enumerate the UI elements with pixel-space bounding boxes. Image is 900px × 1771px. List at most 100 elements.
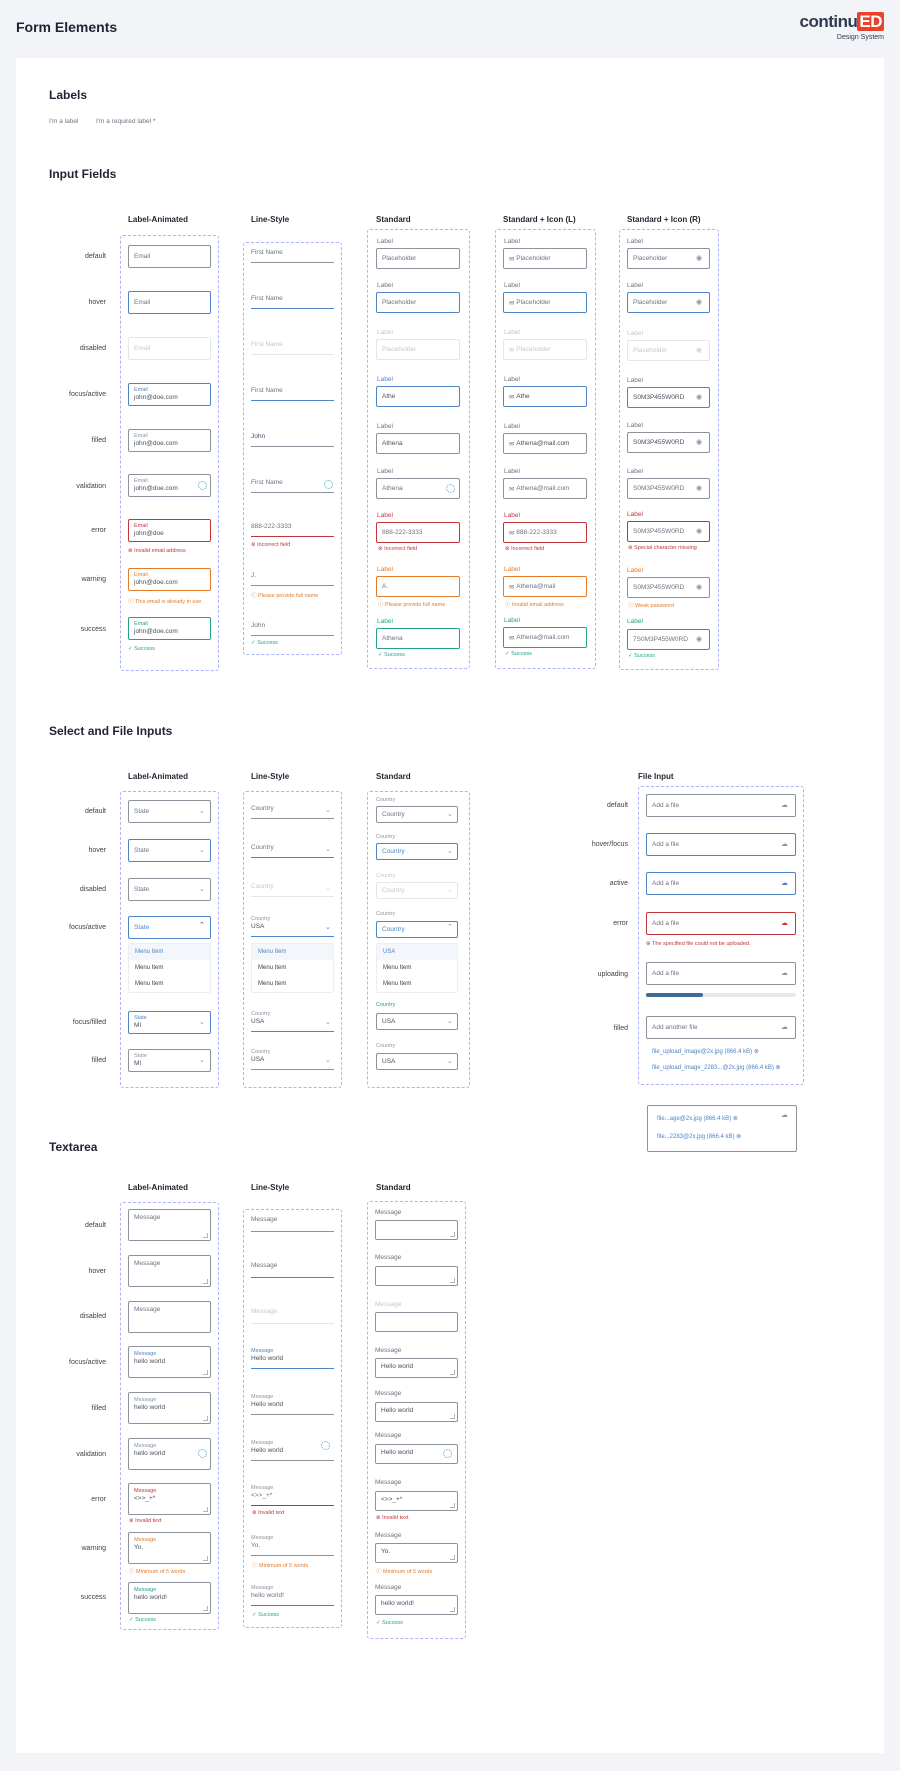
message-textarea-error[interactable]: Message <>>_+* bbox=[128, 1483, 211, 1515]
message-std-default[interactable] bbox=[375, 1220, 458, 1240]
first-name-line-focus[interactable]: First Name bbox=[251, 387, 334, 401]
eye-icon[interactable]: ◉ bbox=[696, 394, 702, 401]
message-line-default[interactable]: Message bbox=[251, 1216, 334, 1232]
standard-input-filled[interactable]: Athena bbox=[376, 433, 460, 454]
email-input-success[interactable]: Email john@doe.com bbox=[128, 617, 211, 640]
close-circle-icon[interactable]: ⊗ bbox=[733, 1116, 738, 1122]
country-line-select-focus-filled[interactable]: USA bbox=[251, 1018, 334, 1032]
first-name-line-validation[interactable]: First Name bbox=[251, 479, 334, 493]
file-input-hover[interactable]: Add a file bbox=[646, 833, 796, 856]
icon-left-input-warning[interactable]: ✉ Athena@mail bbox=[503, 576, 587, 597]
close-circle-icon[interactable]: ⊗ bbox=[776, 1065, 781, 1071]
message-std-error[interactable]: <>>_+* bbox=[375, 1491, 458, 1511]
first-name-line-default[interactable]: First Name bbox=[251, 249, 334, 263]
email-input-warning[interactable]: Email john@doe.com bbox=[128, 568, 211, 591]
icon-left-input-focus[interactable]: ✉ Athe bbox=[503, 386, 587, 407]
email-input-focus[interactable]: Email john@doe.com bbox=[128, 383, 211, 406]
field-label: Label bbox=[377, 376, 393, 383]
message-std-warning[interactable]: Yo. bbox=[375, 1543, 458, 1563]
first-name-line-filled[interactable]: John bbox=[251, 433, 334, 447]
message-line-filled[interactable]: Hello world bbox=[251, 1401, 334, 1415]
file-input-filled[interactable]: Add another file bbox=[646, 1016, 796, 1039]
country-select-focus-filled[interactable]: USA bbox=[376, 1013, 458, 1030]
icon-left-input-success[interactable]: ✉ Athena@mail.com bbox=[503, 627, 587, 648]
country-label: Country bbox=[376, 834, 396, 840]
field-label: Label bbox=[377, 329, 393, 336]
menu-item[interactable]: Menu Item bbox=[377, 976, 457, 992]
menu-item[interactable]: Menu Item bbox=[252, 960, 333, 976]
message-std-success[interactable]: hello world! bbox=[375, 1595, 458, 1615]
menu-item[interactable]: Menu Item bbox=[129, 976, 210, 992]
email-input-error[interactable]: Email john@doe bbox=[128, 519, 211, 542]
menu-item[interactable]: Menu Item bbox=[129, 960, 210, 976]
icon-left-input-filled[interactable]: ✉ Athena@mail.com bbox=[503, 433, 587, 454]
first-name-line-success[interactable]: John bbox=[251, 622, 334, 636]
field-label: Label bbox=[504, 617, 520, 624]
eye-icon[interactable]: ◉ bbox=[696, 485, 702, 492]
first-name-line-warning[interactable]: J. bbox=[251, 572, 334, 586]
standard-input-success[interactable]: Athena bbox=[376, 628, 460, 649]
icon-left-input-error[interactable]: ✉ 888-222-3333 bbox=[503, 522, 587, 543]
success-message: ✓ Success bbox=[252, 1612, 279, 1618]
message-textarea-focus[interactable]: Message hello world bbox=[128, 1346, 211, 1378]
eye-icon[interactable]: ◉ bbox=[696, 439, 702, 446]
message-textarea-success[interactable]: Message hello world! bbox=[128, 1582, 211, 1614]
chevron-down-icon: ⌄ bbox=[325, 924, 331, 931]
close-circle-icon[interactable]: ⊗ bbox=[736, 1134, 741, 1140]
message-textarea-hover[interactable]: Message bbox=[128, 1255, 211, 1287]
standard-input-error[interactable]: 888-222-3333 bbox=[376, 522, 460, 543]
icon-left-input-default[interactable]: ✉ Placeholder bbox=[503, 248, 587, 269]
country-line-select-filled[interactable]: USA bbox=[251, 1056, 334, 1070]
eye-icon[interactable]: ◉ bbox=[696, 528, 702, 535]
icon-left-input-validation[interactable]: ✉ Athena@mail.com bbox=[503, 478, 587, 499]
eye-icon[interactable]: ◉ bbox=[696, 255, 702, 262]
field-label: Label bbox=[377, 468, 393, 475]
country-line-select-focus[interactable]: USA bbox=[251, 923, 334, 937]
message-line-warning[interactable]: Yo. bbox=[251, 1542, 334, 1556]
message-line-focus[interactable]: Hello world bbox=[251, 1355, 334, 1369]
message-std-filled[interactable]: Hello world bbox=[375, 1402, 458, 1422]
menu-item[interactable]: Menu Item bbox=[129, 944, 210, 960]
menu-item[interactable]: Menu Item bbox=[252, 976, 333, 992]
file-input-error[interactable]: Add a file bbox=[646, 912, 796, 935]
country-select-filled[interactable]: USA bbox=[376, 1053, 458, 1070]
standard-input-focus[interactable]: Athe bbox=[376, 386, 460, 407]
standard-input-hover[interactable]: Placeholder bbox=[376, 292, 460, 313]
email-input-hover[interactable]: Email bbox=[128, 291, 211, 314]
file-input-default[interactable]: Add a file bbox=[646, 794, 796, 817]
field-label: Message bbox=[375, 1347, 402, 1354]
country-line-select-default[interactable]: Country bbox=[251, 805, 334, 819]
standard-input-default[interactable]: Placeholder bbox=[376, 248, 460, 269]
country-select-hover[interactable]: Country bbox=[376, 843, 458, 860]
message-line-success[interactable]: hello world! bbox=[251, 1592, 334, 1606]
chevron-down-icon: ⌄ bbox=[447, 887, 453, 894]
menu-item[interactable]: USA bbox=[377, 944, 457, 960]
message-textarea-warning[interactable]: Message Yo. bbox=[128, 1532, 211, 1564]
message-line-error[interactable]: <>>_+* bbox=[251, 1492, 334, 1506]
message-line-validation[interactable]: Hello world bbox=[251, 1447, 334, 1461]
file-input-active[interactable]: Add a file bbox=[646, 872, 796, 895]
first-name-line-error[interactable]: 888-222-3333 bbox=[251, 523, 334, 537]
eye-icon[interactable]: ◉ bbox=[696, 584, 702, 591]
close-circle-icon[interactable]: ⊗ bbox=[754, 1049, 759, 1055]
country-label: Country bbox=[251, 1011, 271, 1017]
message-textarea-filled[interactable]: Message hello world bbox=[128, 1392, 211, 1424]
first-name-line-hover[interactable]: First Name bbox=[251, 295, 334, 309]
standard-input-warning[interactable]: A. bbox=[376, 576, 460, 597]
eye-icon[interactable]: ◉ bbox=[696, 636, 702, 643]
file-input-uploading[interactable]: Add a file bbox=[646, 962, 796, 985]
menu-item[interactable]: Menu Item bbox=[377, 960, 457, 976]
message-textarea-default[interactable]: Message bbox=[128, 1209, 211, 1241]
country-select-default[interactable]: Country bbox=[376, 806, 458, 823]
email-input-default[interactable]: Email bbox=[128, 245, 211, 268]
file-input-compact[interactable] bbox=[647, 1105, 797, 1152]
menu-item[interactable]: Menu Item bbox=[252, 944, 333, 960]
eye-icon[interactable]: ◉ bbox=[696, 299, 702, 306]
country-line-select-hover[interactable]: Country bbox=[251, 844, 334, 858]
email-input-filled[interactable]: Email john@doe.com bbox=[128, 429, 211, 452]
icon-left-input-hover[interactable]: ✉ Placeholder bbox=[503, 292, 587, 313]
message-std-focus[interactable]: Hello world bbox=[375, 1358, 458, 1378]
message-std-hover[interactable] bbox=[375, 1266, 458, 1286]
message-line-hover[interactable]: Message bbox=[251, 1262, 334, 1278]
country-select-focus[interactable]: Country bbox=[376, 921, 458, 938]
